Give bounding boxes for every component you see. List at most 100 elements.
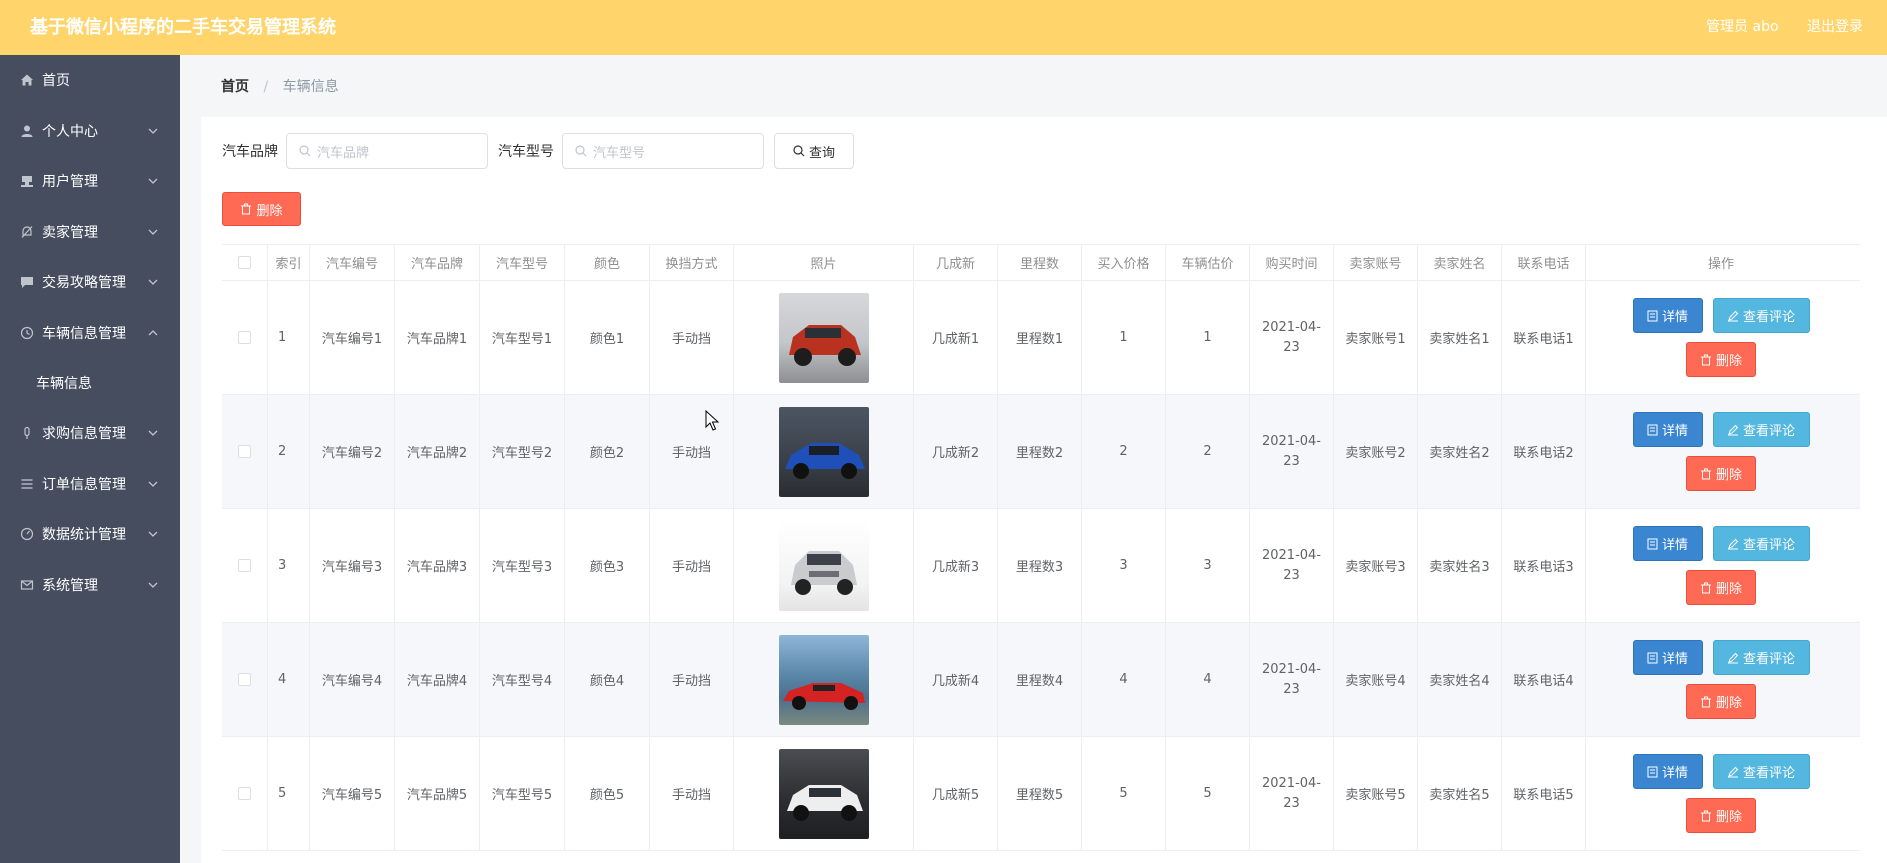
delete-button[interactable]: 删除 [1686, 342, 1756, 377]
cell-mileage: 里程数2 [998, 395, 1082, 508]
detail-button[interactable]: 详情 [1632, 754, 1703, 789]
sidebar-item-order-management[interactable]: 订单信息管理 [0, 459, 180, 510]
sidebar-item-seller-management[interactable]: 卖家管理 [0, 207, 180, 258]
column-header: 卖家姓名 [1418, 245, 1502, 280]
app-title: 基于微信小程序的二手车交易管理系统 [30, 17, 336, 38]
row-checkbox[interactable] [238, 787, 251, 800]
select-all-checkbox[interactable] [238, 256, 251, 269]
batch-delete-button[interactable]: 删除 [222, 192, 301, 226]
list-icon [20, 477, 34, 491]
breadcrumb-current: 车辆信息 [282, 79, 339, 95]
detail-button-label: 详情 [1661, 538, 1688, 553]
trash-icon [1700, 354, 1711, 365]
header-select-all[interactable] [222, 245, 268, 280]
bell-off-icon [20, 225, 34, 239]
cell-brand: 汽车品牌4 [395, 623, 480, 736]
model-search-input[interactable]: 汽车型号 [562, 133, 764, 169]
sidebar-item-personal-center[interactable]: 个人中心 [0, 106, 180, 157]
brand-placeholder: 汽车品牌 [317, 145, 370, 161]
cell-condition: 几成新1 [914, 281, 998, 394]
cell-seller-account: 卖家账号4 [1334, 623, 1418, 736]
sidebar-item-vehicle-management[interactable]: 车辆信息管理 [0, 308, 180, 359]
cell-estimate: 3 [1166, 509, 1250, 622]
sidebar-subitem-vehicle-info[interactable]: 车辆信息 [0, 358, 180, 408]
brand-search-input[interactable]: 汽车品牌 [286, 133, 488, 169]
detail-button[interactable]: 详情 [1632, 526, 1703, 561]
cell-estimate: 1 [1166, 281, 1250, 394]
view-comments-button[interactable]: 查看评论 [1712, 298, 1810, 333]
delete-button[interactable]: 删除 [1686, 570, 1756, 605]
cell-car-no: 汽车编号3 [310, 509, 395, 622]
edit-icon [1727, 310, 1739, 321]
stamp-icon [20, 174, 34, 188]
edit-icon [1727, 424, 1739, 435]
chevron-down-icon [148, 279, 158, 286]
cell-seller-name: 卖家姓名1 [1418, 281, 1502, 394]
sidebar-item-guide-management[interactable]: 交易攻略管理 [0, 257, 180, 308]
cell-estimate: 4 [1166, 623, 1250, 736]
car-photo [778, 634, 869, 725]
delete-button-label: 删除 [1715, 582, 1742, 597]
query-button[interactable]: 查询 [774, 133, 854, 169]
cell-seller-account: 卖家账号3 [1334, 509, 1418, 622]
breadcrumb-separator: / [263, 79, 269, 95]
logout-link[interactable]: 退出登录 [1807, 19, 1863, 35]
view-comments-button[interactable]: 查看评论 [1712, 640, 1810, 675]
breadcrumb-home[interactable]: 首页 [221, 79, 249, 95]
search-icon [575, 145, 587, 157]
car-photo [778, 292, 869, 383]
detail-button[interactable]: 详情 [1632, 412, 1703, 447]
trash-icon [1700, 582, 1711, 593]
chevron-down-icon [148, 128, 158, 134]
view-comments-button[interactable]: 查看评论 [1712, 526, 1810, 561]
cell-index: 3 [268, 509, 310, 622]
detail-button[interactable]: 详情 [1632, 298, 1703, 333]
vehicle-table: 索引 汽车编号 汽车品牌 汽车型号 颜色 换挡方式 照片 几成新 里程数 买入价… [222, 244, 1860, 851]
car-photo [778, 520, 869, 611]
detail-button[interactable]: 详情 [1632, 640, 1703, 675]
cell-car-no: 汽车编号2 [310, 395, 395, 508]
cell-phone: 联系电话4 [1502, 623, 1586, 736]
sidebar: 首页 个人中心 用户管理 卖家管理 交易攻略管理 车辆信息管理 车辆信息 求购信… [0, 55, 180, 863]
table-row: 1 汽车编号1 汽车品牌1 汽车型号1 颜色1 手动挡 几成新1 里程数1 1 … [222, 281, 1860, 395]
delete-button[interactable]: 删除 [1686, 798, 1756, 833]
cell-seller-name: 卖家姓名2 [1418, 395, 1502, 508]
chevron-up-icon [148, 329, 158, 336]
row-checkbox[interactable] [238, 445, 251, 458]
column-header: 买入价格 [1082, 245, 1166, 280]
document-icon [1647, 652, 1658, 663]
view-comments-label: 查看评论 [1742, 652, 1795, 667]
cell-index: 4 [268, 623, 310, 736]
cell-estimate: 5 [1166, 737, 1250, 850]
cell-gear: 手动挡 [650, 623, 734, 736]
sidebar-item-purchase-request-management[interactable]: 求购信息管理 [0, 408, 180, 459]
cell-date: 2021-04-23 [1261, 775, 1321, 811]
delete-button[interactable]: 删除 [1686, 684, 1756, 719]
column-header: 汽车编号 [310, 245, 395, 280]
chevron-down-icon [148, 229, 158, 235]
cell-gear: 手动挡 [650, 509, 734, 622]
edit-icon [1727, 652, 1739, 663]
cell-seller-name: 卖家姓名5 [1418, 737, 1502, 850]
row-checkbox[interactable] [238, 673, 251, 686]
column-header: 购买时间 [1250, 245, 1334, 280]
view-comments-button[interactable]: 查看评论 [1712, 754, 1810, 789]
cell-car-no: 汽车编号4 [310, 623, 395, 736]
view-comments-label: 查看评论 [1742, 538, 1795, 553]
cell-date: 2021-04-23 [1261, 319, 1321, 355]
chat-icon [20, 275, 34, 289]
view-comments-label: 查看评论 [1742, 766, 1795, 781]
sidebar-item-label: 车辆信息 [36, 376, 92, 392]
sidebar-item-home[interactable]: 首页 [0, 55, 180, 106]
view-comments-button[interactable]: 查看评论 [1712, 412, 1810, 447]
sidebar-item-user-management[interactable]: 用户管理 [0, 156, 180, 207]
sidebar-item-system-management[interactable]: 系统管理 [0, 560, 180, 611]
row-checkbox[interactable] [238, 559, 251, 572]
detail-button-label: 详情 [1661, 310, 1688, 325]
sidebar-item-statistics-management[interactable]: 数据统计管理 [0, 509, 180, 560]
cell-mileage: 里程数5 [998, 737, 1082, 850]
row-checkbox[interactable] [238, 331, 251, 344]
trash-icon [1700, 810, 1711, 821]
delete-button[interactable]: 删除 [1686, 456, 1756, 491]
brand-label: 汽车品牌 [222, 144, 278, 160]
